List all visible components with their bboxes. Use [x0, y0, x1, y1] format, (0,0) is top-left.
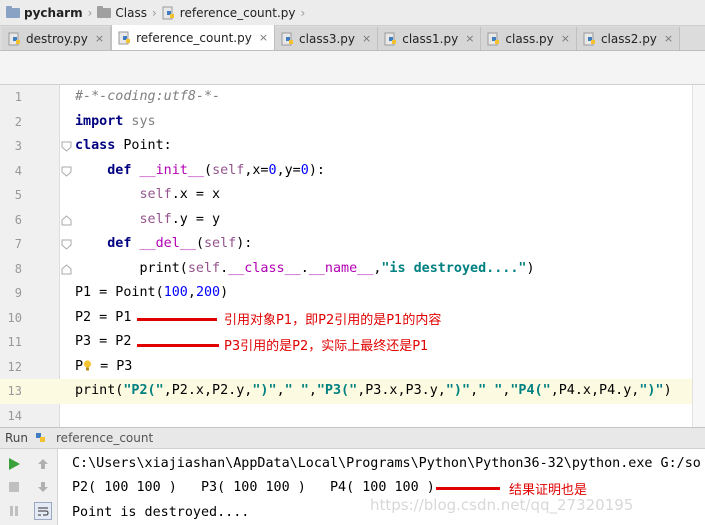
close-icon[interactable]: ×: [362, 32, 371, 45]
pause-icon: [10, 506, 18, 516]
stop-icon: [9, 482, 19, 492]
annotation-text: 引用对象P1，即P2引用的是P1的内容: [224, 312, 442, 328]
annotation-arrow-line: [436, 487, 500, 490]
folder-icon: [97, 5, 112, 18]
code-line-6[interactable]: 6 self.y = y: [0, 208, 692, 233]
line-number: 11: [7, 335, 22, 349]
code-line-9[interactable]: 9 P1 = Point(100,200): [0, 281, 692, 306]
line-number: 2: [14, 114, 22, 129]
tab-destroy[interactable]: destroy.py ×: [2, 27, 112, 50]
console-command-line: C:\Users\xiajiashan\AppData\Local\Progra…: [72, 456, 701, 471]
line-number: 14: [7, 408, 22, 423]
code-line-8[interactable]: 8 print(self.__class__.__name__,"is dest…: [0, 257, 692, 282]
run-label: Run: [5, 431, 29, 445]
annotation-text: P3引用的是P2，实际上最终还是P1: [224, 339, 429, 354]
breadcrumb-separator: ›: [151, 5, 157, 20]
fold-icon[interactable]: [61, 239, 72, 250]
folder-icon: [6, 5, 20, 18]
breadcrumb-separator: ›: [87, 5, 93, 20]
editor-header-bar: [0, 51, 705, 85]
close-icon[interactable]: ×: [664, 32, 673, 45]
python-file-icon: [118, 31, 131, 44]
line-number: 10: [7, 310, 22, 325]
line-number: 3: [14, 139, 22, 153]
play-icon: [9, 458, 20, 470]
python-file-icon: [487, 32, 500, 45]
breadcrumb-item-project[interactable]: pycharm: [4, 0, 85, 26]
code-line-12[interactable]: 12 P = P3: [0, 355, 692, 380]
code-line-1[interactable]: 1 #-*-coding:utf8-*-: [0, 85, 692, 110]
line-number: 4: [14, 163, 22, 178]
arrow-down-icon: [38, 482, 48, 492]
tab-class1[interactable]: class1.py ×: [378, 27, 482, 50]
tab-class[interactable]: class.py ×: [481, 27, 577, 50]
arrow-up-icon: [38, 459, 48, 469]
close-icon[interactable]: ×: [259, 31, 268, 44]
code-line-14[interactable]: 14: [0, 404, 692, 429]
fold-icon[interactable]: [61, 166, 72, 177]
code-line-2[interactable]: 2 import sys: [0, 110, 692, 135]
fold-icon[interactable]: [61, 141, 72, 152]
editor-scrollbar[interactable]: [692, 85, 705, 427]
python-config-icon: [36, 433, 46, 442]
annotation-arrow-line: [137, 317, 217, 321]
soft-wrap-button[interactable]: [34, 502, 52, 520]
watermark: https://blog.csdn.net/qq_27320195: [370, 496, 634, 514]
python-file-icon: [281, 32, 294, 45]
code-line-10[interactable]: 10 P2 = P1 引用对象P1，即P2引用的是P1的内容: [0, 306, 692, 331]
annotation-arrow-line: [137, 344, 219, 347]
python-file-icon: [162, 6, 174, 19]
scroll-up-button[interactable]: [34, 455, 52, 473]
line-number: 12: [7, 359, 22, 374]
line-number: 6: [14, 212, 22, 227]
lightbulb-icon[interactable]: [83, 359, 92, 371]
stop-button[interactable]: [5, 478, 23, 496]
line-number: 5: [14, 188, 22, 202]
close-icon[interactable]: ×: [465, 32, 474, 45]
breadcrumb-item-folder[interactable]: Class: [95, 0, 149, 26]
breadcrumb-item-file[interactable]: reference_count.py: [160, 0, 298, 26]
console-output-line: Point is destroyed....: [72, 505, 250, 520]
tab-class3[interactable]: class3.py ×: [275, 27, 379, 50]
scroll-down-button[interactable]: [34, 478, 52, 496]
code-line-3[interactable]: 3 class Point:: [0, 134, 692, 159]
tab-reference-count[interactable]: reference_count.py ×: [111, 25, 276, 50]
fold-end-icon[interactable]: [61, 263, 72, 275]
code-line-7[interactable]: 7 def __del__(self):: [0, 232, 692, 257]
pause-button[interactable]: [5, 502, 23, 520]
python-file-icon: [8, 32, 20, 45]
wrap-icon: [38, 507, 49, 516]
code-line-5[interactable]: 5 self.x = x: [0, 183, 692, 208]
run-toolbar: [0, 449, 58, 525]
close-icon[interactable]: ×: [561, 32, 570, 45]
code-editor[interactable]: 1 #-*-coding:utf8-*- 2 import sys 3 clas…: [0, 85, 692, 427]
tab-class2[interactable]: class2.py ×: [576, 27, 681, 50]
line-number: 7: [14, 237, 22, 251]
line-number: 8: [14, 261, 22, 276]
run-panel-header: Run reference_count: [0, 427, 705, 449]
fold-end-icon[interactable]: [61, 214, 72, 226]
editor-tabs: destroy.py × reference_count.py × class3…: [0, 25, 705, 51]
code-line-11[interactable]: 11 P3 = P2 P3引用的是P2，实际上最终还是P1: [0, 330, 692, 355]
close-icon[interactable]: ×: [95, 32, 104, 45]
breadcrumb-separator: ›: [300, 5, 306, 20]
breadcrumb: pycharm › Class › reference_count.py ›: [0, 0, 705, 26]
python-file-icon: [583, 32, 595, 45]
line-number: 1: [14, 90, 22, 104]
code-line-4[interactable]: 4 def __init__(self,x=0,y=0):: [0, 159, 692, 184]
code-line-13[interactable]: 13 print("P2(",P2.x,P2.y,")"," ","P3(",P…: [0, 379, 692, 404]
run-config-name[interactable]: reference_count: [56, 431, 153, 445]
line-number: 13: [7, 384, 22, 398]
python-file-icon: [384, 32, 397, 45]
line-number: 9: [14, 286, 22, 300]
run-button[interactable]: [5, 455, 23, 473]
